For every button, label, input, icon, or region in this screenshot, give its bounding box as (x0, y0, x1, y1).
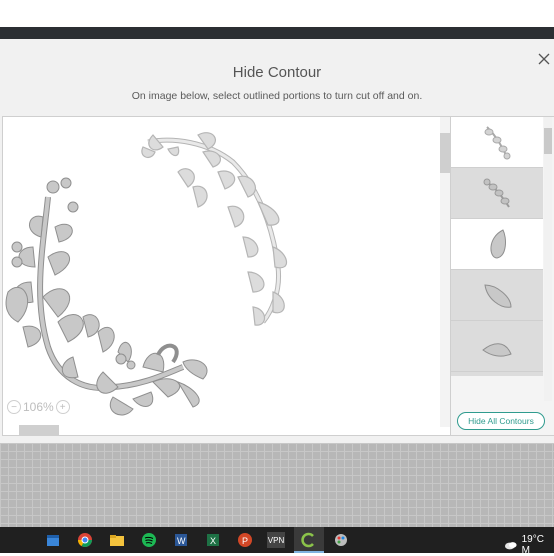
hide-contour-dialog: Hide Contour On image below, select outl… (0, 39, 554, 443)
hide-all-contours-button[interactable]: Hide All Contours (457, 412, 545, 430)
svg-text:W: W (177, 536, 186, 546)
cutting-mat-grid (0, 443, 554, 527)
cloud-icon (504, 542, 517, 550)
dialog-subtitle: On image below, select outlined portions… (131, 90, 423, 102)
calendar-icon[interactable] (45, 532, 61, 548)
spotify-icon[interactable] (141, 532, 157, 548)
canvas-horizontal-scroll-thumb[interactable] (19, 425, 59, 435)
svg-text:P: P (242, 536, 248, 546)
windows-taskbar: W X P VPN 19°C M (0, 527, 554, 556)
paint-icon[interactable] (333, 532, 349, 548)
zoom-in-button[interactable]: + (55, 400, 70, 414)
app-top-bar (0, 0, 554, 27)
contour-thumbnail-panel: Hide All Contours (451, 116, 554, 436)
thumb-leaf-3[interactable] (451, 321, 543, 372)
thumbnail-scroll-thumb[interactable] (544, 128, 552, 154)
excel-icon[interactable]: X (205, 532, 221, 548)
thumbnail-list (451, 117, 543, 376)
zoom-level: 106% (23, 400, 54, 414)
thumb-vine-cluster[interactable] (451, 168, 543, 219)
canvas-vertical-scroll-thumb[interactable] (440, 133, 450, 173)
chrome-icon[interactable] (77, 532, 93, 548)
thumb-leaf-2[interactable] (451, 270, 543, 321)
svg-text:X: X (210, 536, 216, 546)
vpn-icon[interactable]: VPN (267, 532, 285, 548)
thumb-leaf-1[interactable] (451, 219, 543, 270)
dialog-title: Hide Contour (232, 64, 322, 81)
thumb-heart-leaf[interactable] (451, 372, 543, 376)
vpn-label: VPN (267, 535, 285, 545)
app-header-strip (0, 27, 554, 39)
wreath-image[interactable] (3, 117, 440, 427)
thumbnail-scrollbar[interactable] (544, 117, 552, 401)
contour-canvas[interactable]: − 106% + (2, 116, 451, 436)
powerpoint-icon[interactable]: P (237, 532, 253, 548)
zoom-control: − 106% + (7, 397, 70, 417)
thumb-small-vine[interactable] (451, 117, 543, 168)
zoom-out-button[interactable]: − (7, 400, 21, 414)
file-explorer-icon[interactable] (109, 532, 125, 548)
word-icon[interactable]: W (173, 532, 189, 548)
cricut-icon[interactable] (301, 532, 317, 548)
